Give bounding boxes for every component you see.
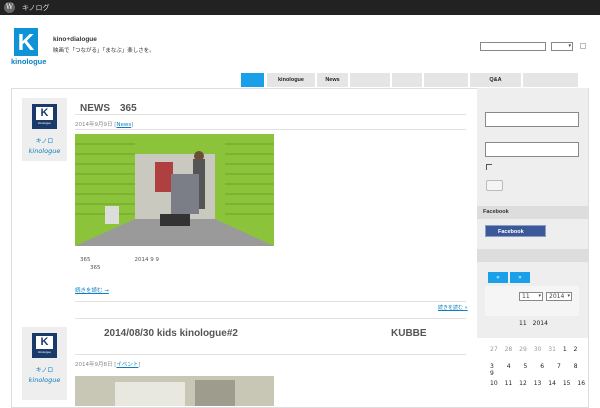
author-sub: kinologue [28,376,61,384]
facebook-button[interactable]: Facebook [485,225,546,237]
post-meta: 2014年9月8日 [イベント] [75,362,141,368]
chevron-down-icon: ▾ [538,293,541,299]
login-username-input[interactable] [485,112,579,127]
avatar-wordmark: kinologue [38,350,51,354]
tab-news[interactable]: News [316,73,348,87]
wordpress-icon[interactable]: W [4,2,15,13]
post-photo[interactable] [75,376,274,406]
logo-mark: K [14,28,38,56]
avatar-wordmark: kinologue [38,121,51,125]
tab-6[interactable] [423,73,468,87]
sidebar: Facebook Facebook « » 11 ▾ 2014 ▾ 11 2014 … [477,88,588,400]
tab-home[interactable] [240,73,264,87]
continue-link[interactable]: 続きを読む » [438,304,468,311]
calendar-grid: 27 28 29 30 31 1 2 3 4 5 6 7 8 9 10 11 1… [477,338,588,400]
calendar-next-button[interactable]: » [510,272,530,283]
calendar-week-row: 3 4 5 6 7 8 9 [490,363,578,377]
logo-mark: K [36,336,53,349]
post-date: 2014年9月9日 [75,122,113,128]
login-button[interactable] [486,180,503,191]
calendar-controls: 11 ▾ 2014 ▾ [485,286,579,316]
post-excerpt-2: 365 [90,265,101,271]
category-link[interactable]: News [116,122,131,128]
tab-8[interactable] [522,73,578,87]
remember-checkbox[interactable] [486,164,492,170]
header-checkbox[interactable] [580,43,586,49]
event-photo-image [75,376,274,406]
tab-kinologue[interactable]: kinologue [266,73,315,87]
month-value: 11 [522,293,530,300]
logo-mark: K [36,107,53,120]
calendar-week-row: 10 11 12 13 14 15 16 [490,380,586,387]
tab-5[interactable] [391,73,422,87]
storage-room-image [75,134,274,246]
divider [75,129,466,130]
author-name: キノロ [35,138,54,145]
main-nav: kinologue News Q&A [240,73,578,87]
post-meta: 2014年9月9日 [News] [75,122,134,128]
site-title: kino+dialogue [53,36,97,43]
category-link[interactable]: イベント [116,362,138,368]
author-name: キノロ [35,367,54,374]
header-select[interactable]: ▾ [551,42,573,51]
year-value: 2014 [549,293,565,300]
admin-site-link[interactable]: キノログ [22,3,50,13]
divider [75,354,466,355]
chevron-down-icon: ▾ [567,293,570,299]
avatar: Kkinologue [32,333,57,358]
post-photo[interactable] [75,134,274,246]
logo-wordmark: kinologue [11,57,47,66]
post-date: 2014年9月8日 [75,362,113,368]
avatar: Kkinologue [32,104,57,129]
header-search-input[interactable] [480,42,546,51]
calendar-week-row: 27 28 29 30 31 1 2 [490,346,578,353]
site-logo[interactable]: K kinologue [11,28,47,68]
post-title[interactable]: NEWS 365 [80,99,137,114]
site-description: 映画で「つながる」「まなぶ」楽しさを。 [53,48,155,54]
admin-bar: W キノログ [0,0,600,15]
tab-qa[interactable]: Q&A [469,73,521,87]
divider [75,318,466,319]
read-more-link[interactable]: 続きを読む → [75,286,109,294]
chevron-down-icon: ▾ [568,43,571,49]
year-select[interactable]: 2014 ▾ [546,292,572,301]
post-title[interactable]: 2014/08/30 kids kinologue#2 [104,328,238,339]
calendar-prev-button[interactable]: « [488,272,508,283]
author-box[interactable]: Kkinologue キノロ kinologue [22,98,67,161]
month-select[interactable]: 11 ▾ [519,292,543,301]
post-title-suffix[interactable]: KUBBE [391,328,427,339]
facebook-heading: Facebook [477,206,588,219]
author-sub: kinologue [28,147,61,155]
divider [75,114,466,115]
calendar-caption: 11 2014 [519,320,548,327]
post-excerpt: 365 2014 9 9 [80,257,159,263]
calendar-heading [477,249,588,262]
divider [75,301,466,302]
login-password-input[interactable] [485,142,579,157]
tab-4[interactable] [349,73,390,87]
author-box[interactable]: Kkinologue キノロ kinologue [22,327,67,400]
